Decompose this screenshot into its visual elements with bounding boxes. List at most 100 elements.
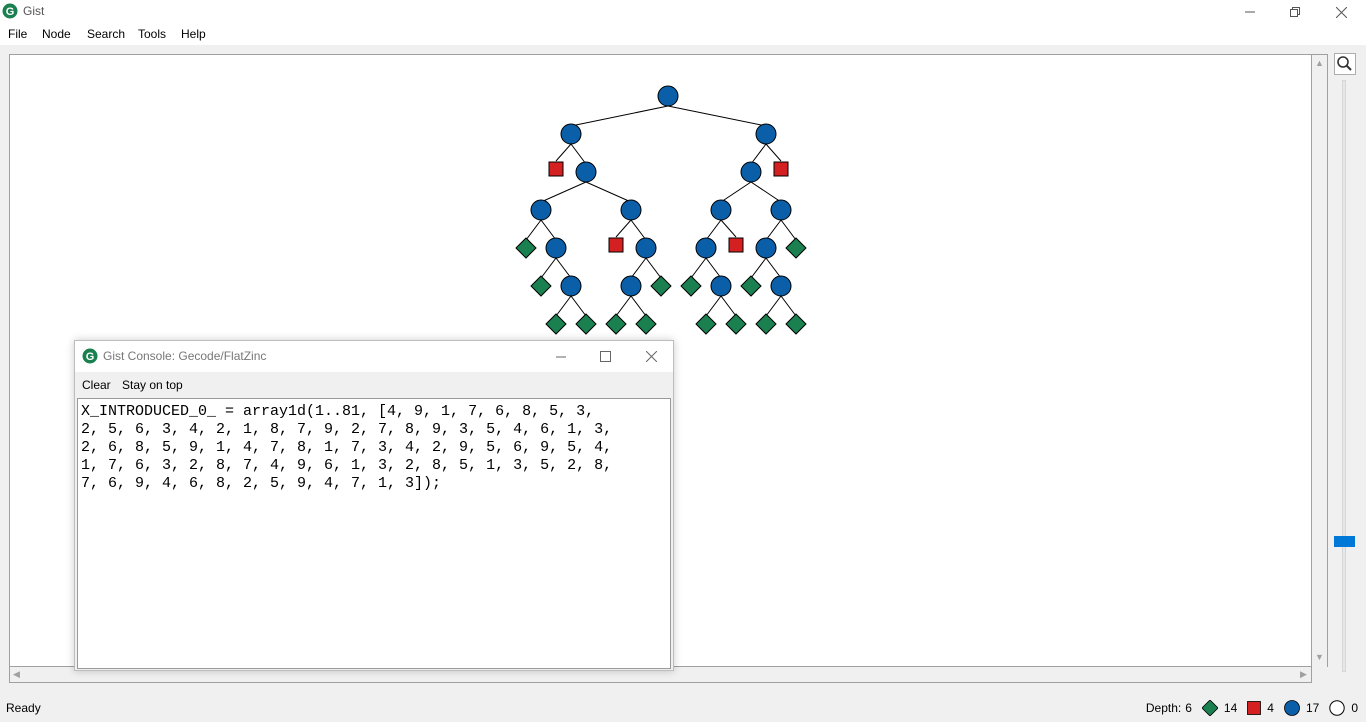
solution-node[interactable] — [680, 275, 702, 297]
tree-edge — [780, 219, 797, 241]
scroll-down-icon[interactable]: ▼ — [1315, 652, 1324, 662]
title-bar: G Gist — [0, 0, 1366, 24]
choice-circle-icon — [1284, 700, 1300, 716]
solution-node[interactable] — [650, 275, 672, 297]
console-maximize-button[interactable] — [583, 341, 627, 372]
solution-node[interactable] — [635, 313, 657, 335]
open-count: 0 — [1351, 701, 1358, 715]
tree-edge — [540, 181, 587, 203]
failures-count: 4 — [1267, 701, 1274, 715]
console-title: Gist Console: Gecode/FlatZinc — [103, 349, 267, 363]
tree-edge — [705, 257, 722, 279]
choice-node[interactable] — [620, 275, 642, 297]
choice-node[interactable] — [635, 237, 657, 259]
menu-bar: File Node Search Tools Help — [0, 24, 1366, 45]
solution-node[interactable] — [605, 313, 627, 335]
choice-node[interactable] — [740, 161, 762, 183]
solution-node[interactable] — [575, 313, 597, 335]
choice-node[interactable] — [755, 237, 777, 259]
tree-edge — [705, 295, 722, 317]
solution-node[interactable] — [695, 313, 717, 335]
choice-node[interactable] — [545, 237, 567, 259]
zoom-to-fit-button[interactable] — [1334, 53, 1356, 75]
choice-node[interactable] — [620, 199, 642, 221]
tree-edge — [585, 181, 632, 203]
tree-edge — [765, 295, 782, 317]
failed-node[interactable] — [773, 161, 789, 177]
solution-node[interactable] — [515, 237, 537, 259]
console-output[interactable]: X_INTRODUCED_0_ = array1d(1..81, [4, 9, … — [77, 398, 671, 669]
vertical-scrollbar[interactable]: ▲ ▼ — [1312, 54, 1328, 667]
tree-edge — [720, 295, 737, 317]
scroll-right-icon[interactable]: ▶ — [1300, 669, 1307, 680]
status-message: Ready — [6, 701, 41, 715]
depth-value: 6 — [1185, 701, 1192, 715]
statistics-bar: Depth: 6 14 4 17 0 — [1146, 699, 1362, 717]
window-title: Gist — [23, 4, 45, 18]
solution-node[interactable] — [785, 313, 807, 335]
choice-node[interactable] — [657, 85, 679, 107]
menu-node[interactable]: Node — [42, 27, 71, 41]
console-close-button[interactable] — [629, 341, 673, 372]
svg-text:G: G — [6, 6, 15, 18]
tree-edge — [720, 181, 752, 203]
console-window[interactable]: G Gist Console: Gecode/FlatZinc Clear St… — [74, 340, 674, 671]
console-minimize-button[interactable] — [539, 341, 583, 372]
console-title-bar[interactable]: G Gist Console: Gecode/FlatZinc — [75, 341, 673, 372]
menu-help[interactable]: Help — [181, 27, 206, 41]
menu-search[interactable]: Search — [87, 27, 125, 41]
stay-on-top-button[interactable]: Stay on top — [122, 378, 183, 392]
choice-node[interactable] — [560, 123, 582, 145]
tree-edge — [765, 219, 782, 241]
tree-edge — [765, 143, 782, 162]
console-toolbar: Clear Stay on top — [75, 372, 673, 396]
gist-logo-icon: G — [2, 3, 18, 19]
choice-node[interactable] — [530, 199, 552, 221]
solution-node[interactable] — [545, 313, 567, 335]
choice-node[interactable] — [710, 199, 732, 221]
tree-edge — [690, 257, 707, 279]
tree-edge — [630, 257, 647, 279]
zoom-slider-track[interactable] — [1342, 80, 1346, 672]
restore-button[interactable] — [1272, 0, 1318, 24]
choice-node[interactable] — [560, 275, 582, 297]
choice-node[interactable] — [755, 123, 777, 145]
zoom-slider-handle[interactable] — [1334, 536, 1355, 547]
solution-node[interactable] — [785, 237, 807, 259]
failed-node[interactable] — [608, 237, 624, 253]
choices-count: 17 — [1305, 701, 1320, 715]
clear-button[interactable]: Clear — [82, 378, 111, 392]
depth-label: Depth: — [1145, 701, 1182, 715]
menu-tools[interactable]: Tools — [138, 27, 166, 41]
tree-edge — [555, 257, 572, 279]
choice-node[interactable] — [575, 161, 597, 183]
tree-edge — [780, 295, 797, 317]
scroll-left-icon[interactable]: ◀ — [13, 669, 20, 680]
minimize-button[interactable] — [1227, 0, 1273, 24]
close-button[interactable] — [1318, 0, 1364, 24]
tree-edge — [630, 219, 647, 241]
gist-logo-icon: G — [82, 348, 98, 364]
tree-edge — [615, 295, 632, 317]
solution-node[interactable] — [530, 275, 552, 297]
scroll-up-icon[interactable]: ▲ — [1315, 58, 1324, 68]
solution-node[interactable] — [725, 313, 747, 335]
tree-edge — [750, 143, 767, 165]
minimize-icon — [556, 356, 566, 357]
tree-edge — [630, 295, 647, 317]
tree-edge — [750, 257, 767, 279]
menu-file[interactable]: File — [8, 27, 27, 41]
minimize-icon — [1245, 11, 1255, 13]
choice-node[interactable] — [770, 199, 792, 221]
tree-edge — [705, 219, 722, 241]
solution-node[interactable] — [755, 313, 777, 335]
tree-edge — [570, 105, 669, 127]
failed-node[interactable] — [548, 161, 564, 177]
solution-node[interactable] — [740, 275, 762, 297]
choice-node[interactable] — [695, 237, 717, 259]
svg-text:G: G — [86, 351, 95, 363]
choice-node[interactable] — [710, 275, 732, 297]
choice-node[interactable] — [770, 275, 792, 297]
failed-node[interactable] — [728, 237, 744, 253]
tree-edge — [750, 181, 782, 203]
